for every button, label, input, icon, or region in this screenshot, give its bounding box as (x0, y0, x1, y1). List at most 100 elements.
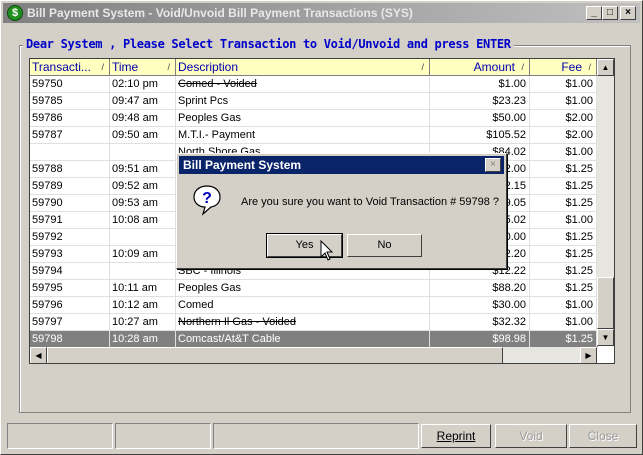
group-legend: Dear System , Please Select Transaction … (23, 37, 514, 51)
cell-fee: $1.00 (530, 76, 597, 93)
scroll-up-icon[interactable]: ▲ (597, 59, 614, 76)
cell-time: 10:27 am (110, 314, 176, 331)
no-button[interactable]: No (347, 234, 422, 257)
cell-fee: $1.25 (530, 229, 597, 246)
cell-time: 10:09 am (110, 246, 176, 263)
table-row[interactable]: 59796 10:12 am Comed $30.00 $1.00 (30, 297, 598, 314)
dialog-close-icon[interactable]: × (485, 158, 501, 172)
cell-desc: Northern Il Gas - Voided (176, 314, 430, 331)
cell-fee: $1.00 (530, 212, 597, 229)
cell-time: 09:47 am (110, 93, 176, 110)
status-panel (115, 423, 211, 449)
dialog-title-bar[interactable]: Bill Payment System × (179, 156, 504, 174)
cell-time: 09:53 am (110, 195, 176, 212)
cell-id: 59798 (30, 331, 110, 348)
sort-icon: / (588, 62, 591, 72)
cell-fee: $1.25 (530, 161, 597, 178)
cell-id: 59797 (30, 314, 110, 331)
scroll-left-icon[interactable]: ◀ (30, 347, 47, 363)
cell-id (30, 144, 110, 161)
cell-fee: $1.25 (530, 263, 597, 280)
cell-id: 59785 (30, 93, 110, 110)
scroll-thumb[interactable] (597, 277, 614, 329)
title-bar[interactable]: $ Bill Payment System - Void/Unvoid Bill… (3, 3, 640, 23)
status-panel (213, 423, 419, 449)
horizontal-scroll-thumb[interactable] (47, 347, 503, 363)
sort-icon: / (167, 62, 170, 72)
cell-id: 59795 (30, 280, 110, 297)
cell-fee: $2.00 (530, 127, 597, 144)
vertical-scrollbar[interactable]: ▲ ▼ (597, 59, 614, 346)
close-button[interactable]: Close (569, 424, 637, 448)
column-header-fee[interactable]: Fee / (530, 59, 597, 76)
status-bar: Reprint Void Close (5, 423, 638, 450)
scroll-right-icon[interactable]: ▶ (580, 347, 597, 363)
cell-time: 10:12 am (110, 297, 176, 314)
column-header-label: Description (178, 60, 239, 74)
cell-id: 59789 (30, 178, 110, 195)
close-window-button[interactable]: × (620, 6, 636, 20)
cell-id: 59786 (30, 110, 110, 127)
reprint-label: Reprint (436, 429, 476, 443)
sort-icon: / (421, 62, 424, 72)
cell-amount: $88.20 (430, 280, 530, 297)
cell-id: 59791 (30, 212, 110, 229)
svg-text:?: ? (202, 190, 212, 207)
column-header-description[interactable]: Description / (176, 59, 430, 76)
cell-desc: Comcast/At&T Cable (176, 331, 430, 348)
cell-amount: $1.00 (430, 76, 530, 93)
column-header-label: Transacti... (32, 60, 91, 74)
cell-amount: $98.98 (430, 331, 530, 348)
cell-id: 59790 (30, 195, 110, 212)
cell-time (110, 229, 176, 246)
status-panel (7, 423, 113, 449)
column-header-label: Amount (473, 60, 515, 74)
column-header-transaction[interactable]: Transacti... / (30, 59, 110, 76)
cell-fee: $1.00 (530, 314, 597, 331)
cell-time: 10:08 am (110, 212, 176, 229)
cell-id: 59794 (30, 263, 110, 280)
reprint-button[interactable]: Reprint (421, 424, 491, 448)
maximize-button[interactable]: □ (602, 6, 618, 20)
cell-id: 59792 (30, 229, 110, 246)
cell-desc: Peoples Gas (176, 110, 430, 127)
cell-fee: $1.25 (530, 195, 597, 212)
cell-desc: Sprint Pcs (176, 93, 430, 110)
column-header-time[interactable]: Time / (110, 59, 176, 76)
minimize-button[interactable]: _ (586, 6, 602, 20)
cell-amount: $23.23 (430, 93, 530, 110)
table-row[interactable]: 59787 09:50 am M.T.I.- Payment $105.52 $2.00 (30, 127, 598, 144)
cell-time: 09:48 am (110, 110, 176, 127)
question-icon: ? (193, 185, 221, 216)
table-row[interactable]: 59795 10:11 am Peoples Gas $88.20 $1.25 (30, 280, 598, 297)
cell-id: 59750 (30, 76, 110, 93)
table-row[interactable]: 59797 10:27 am Northern Il Gas - Voided $32… (30, 314, 598, 331)
cell-amount: $30.00 (430, 297, 530, 314)
column-header-label: Time (112, 60, 139, 74)
cell-time: 10:11 am (110, 280, 176, 297)
cell-fee: $1.00 (530, 93, 597, 110)
cell-amount: $105.52 (430, 127, 530, 144)
cell-time: 09:50 am (110, 127, 176, 144)
cell-time (110, 144, 176, 161)
dialog-message: Are you sure you want to Void Transactio… (241, 196, 500, 208)
window-title: Bill Payment System - Void/Unvoid Bill P… (27, 6, 413, 20)
sort-icon: / (521, 62, 524, 72)
cell-time: 09:51 am (110, 161, 176, 178)
cell-fee: $1.00 (530, 144, 597, 161)
scroll-down-icon[interactable]: ▼ (597, 329, 614, 346)
table-row[interactable]: 59798 10:28 am Comcast/At&T Cable $98.98 $1.… (30, 331, 598, 348)
dollar-app-icon: $ (7, 5, 23, 21)
cell-id: 59787 (30, 127, 110, 144)
table-row[interactable]: 59786 09:48 am Peoples Gas $50.00 $2.00 (30, 110, 598, 127)
horizontal-scrollbar[interactable]: ◀ ▶ (30, 347, 597, 363)
table-row[interactable]: 59785 09:47 am Sprint Pcs $23.23 $1.00 (30, 93, 598, 110)
cell-fee: $1.25 (530, 280, 597, 297)
cell-amount: $50.00 (430, 110, 530, 127)
cell-fee: $1.25 (530, 331, 597, 348)
sort-icon: / (101, 62, 104, 72)
column-header-amount[interactable]: Amount / (430, 59, 530, 76)
void-button[interactable]: Void (495, 424, 567, 448)
table-row[interactable]: 59750 02:10 pm Comed - Voided $1.00 $1.00 (30, 76, 598, 93)
cell-fee: $1.25 (530, 246, 597, 263)
